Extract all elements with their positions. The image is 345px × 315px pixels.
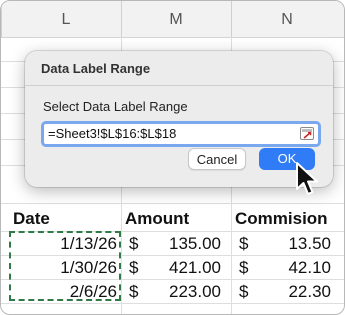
commission-cell[interactable]: 22.30 xyxy=(251,282,331,302)
currency-symbol: $ xyxy=(129,258,139,277)
grid-row-line xyxy=(1,303,344,304)
column-divider xyxy=(231,1,232,37)
column-divider xyxy=(121,1,122,37)
amount-cell[interactable]: 223.00 xyxy=(141,282,221,302)
commission-cell[interactable]: 13.50 xyxy=(251,234,331,254)
header-cell-commission[interactable]: Commision xyxy=(235,209,328,229)
selected-range-outline xyxy=(9,231,121,301)
header-cell-date[interactable]: Date xyxy=(13,209,50,229)
range-select-icon[interactable] xyxy=(300,127,314,140)
data-label-range-dialog: Data Label Range Select Data Label Range… xyxy=(25,51,333,187)
currency-symbol: $ xyxy=(129,282,139,301)
column-header-l[interactable]: L xyxy=(46,11,86,29)
grid-row-line xyxy=(1,203,344,204)
currency-symbol: $ xyxy=(129,234,139,253)
range-input-value[interactable]: =Sheet3!$L$16:$L$18 xyxy=(48,126,176,141)
column-header-m[interactable]: M xyxy=(156,11,196,29)
column-header-bar: L M N xyxy=(1,1,344,38)
amount-cell[interactable]: 135.00 xyxy=(141,234,221,254)
currency-symbol: $ xyxy=(239,282,249,301)
dialog-divider xyxy=(25,85,333,86)
currency-symbol: $ xyxy=(239,234,249,253)
spreadsheet-window: L M N Date Amount Commision 1/13/26 $ 13… xyxy=(0,0,345,315)
range-input-field[interactable]: =Sheet3!$L$16:$L$18 xyxy=(41,121,321,147)
commission-cell[interactable]: 42.10 xyxy=(251,258,331,278)
amount-cell[interactable]: 421.00 xyxy=(141,258,221,278)
column-header-n[interactable]: N xyxy=(267,11,307,29)
currency-symbol: $ xyxy=(239,258,249,277)
header-cell-amount[interactable]: Amount xyxy=(125,209,189,229)
column-divider xyxy=(1,1,2,37)
range-prompt-label: Select Data Label Range xyxy=(43,99,188,114)
dialog-title: Data Label Range xyxy=(41,61,151,76)
mouse-pointer-icon xyxy=(296,162,318,195)
cancel-button[interactable]: Cancel xyxy=(188,148,246,170)
